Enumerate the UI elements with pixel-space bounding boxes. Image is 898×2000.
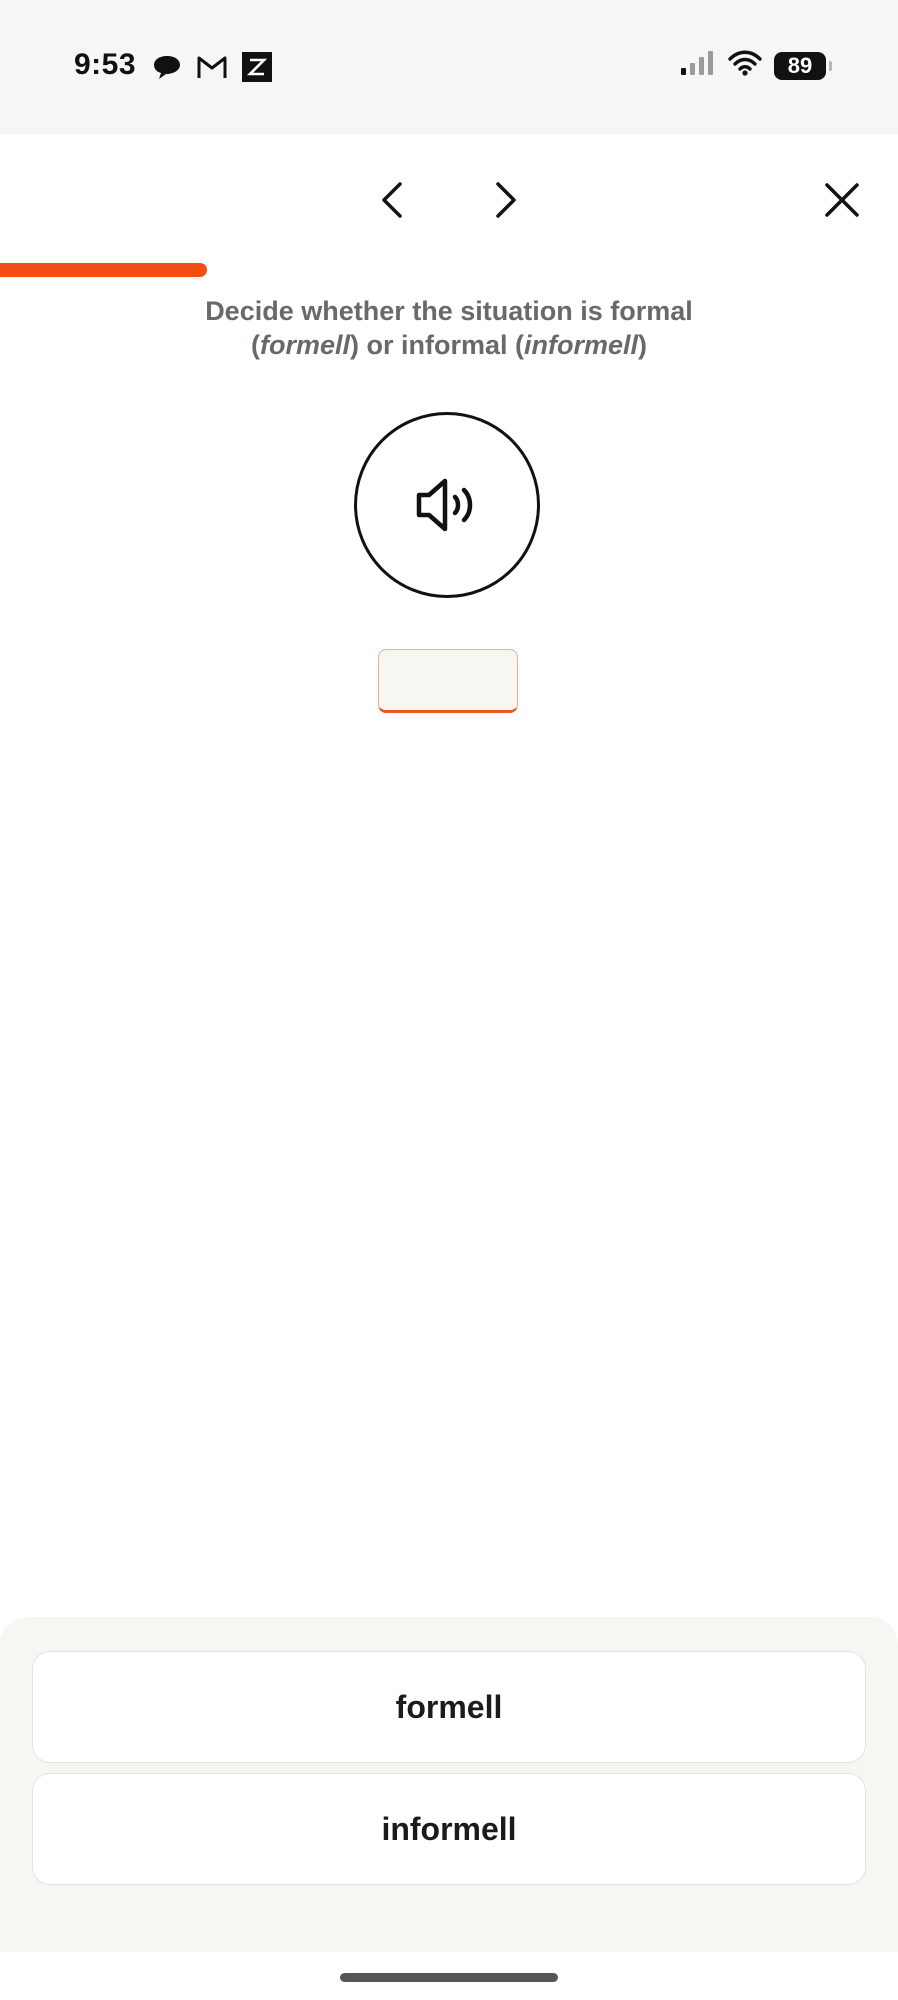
lesson-progress-bar bbox=[0, 263, 898, 277]
chat-bubble-icon bbox=[152, 53, 182, 86]
status-bar: 9:53 89 bbox=[0, 0, 898, 134]
paren-close: ) bbox=[638, 330, 648, 360]
term-informal: informell bbox=[524, 330, 639, 360]
previous-button[interactable] bbox=[364, 172, 420, 228]
option-formell[interactable]: formell bbox=[32, 1651, 866, 1763]
gmail-icon bbox=[196, 54, 228, 85]
answer-options-panel: formell informell bbox=[0, 1617, 898, 1952]
chevron-right-icon bbox=[496, 182, 516, 218]
next-button[interactable] bbox=[478, 172, 534, 228]
close-button[interactable] bbox=[814, 172, 870, 228]
play-audio-button[interactable] bbox=[354, 412, 540, 598]
system-icons: 89 bbox=[680, 50, 832, 81]
status-time: 9:53 bbox=[74, 48, 137, 81]
zoom-z-icon bbox=[242, 52, 272, 87]
instruction-line-1: Decide whether the situation is formal bbox=[205, 296, 693, 326]
exercise-instruction: Decide whether the situation is formal (… bbox=[150, 294, 748, 362]
answer-slot[interactable] bbox=[378, 649, 518, 713]
home-indicator[interactable] bbox=[340, 1973, 558, 1982]
instruction-connector: ) or informal ( bbox=[350, 330, 524, 360]
term-formal: formell bbox=[259, 330, 350, 360]
signal-icon bbox=[680, 50, 716, 81]
notification-icons bbox=[152, 52, 272, 87]
option-informell[interactable]: informell bbox=[32, 1773, 866, 1885]
speaker-icon bbox=[416, 478, 473, 532]
wifi-icon bbox=[728, 50, 762, 81]
instruction-line-2: (formell) or informal (informell) bbox=[150, 328, 748, 362]
chevron-left-icon bbox=[382, 182, 402, 218]
battery-indicator: 89 bbox=[774, 51, 832, 80]
close-icon bbox=[825, 183, 859, 217]
lesson-progress-fill bbox=[0, 263, 207, 277]
paren-open: ( bbox=[250, 330, 260, 360]
